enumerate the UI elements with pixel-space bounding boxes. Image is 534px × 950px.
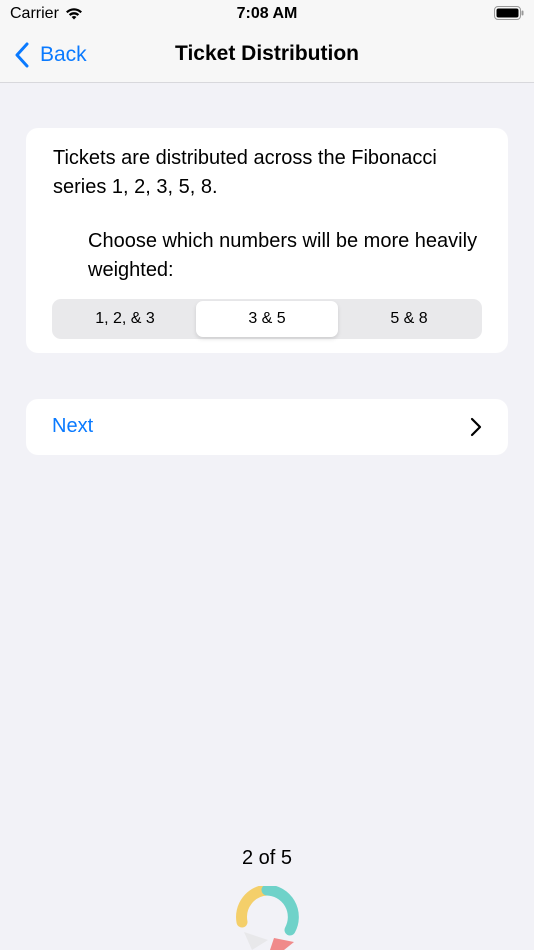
- segment-1-2-3[interactable]: 1, 2, & 3: [54, 301, 196, 337]
- page-indicator: 2 of 5: [241, 847, 293, 869]
- app-logo: [236, 886, 299, 950]
- weighting-prompt: Choose which numbers will be more heavil…: [88, 230, 478, 281]
- weighting-segmented-control: 1, 2, & 3 3 & 5 5 & 8: [52, 299, 482, 339]
- status-bar: Carrier 7:08 AM: [0, 0, 534, 30]
- clock-time: 7:08 AM: [236, 5, 298, 22]
- next-label: Next: [52, 415, 94, 437]
- battery-icon: [494, 6, 524, 20]
- segment-3-5[interactable]: 3 & 5: [196, 301, 338, 337]
- segment-5-8[interactable]: 5 & 8: [338, 301, 480, 337]
- navigation-bar: Back Ticket Distribution: [0, 30, 534, 83]
- page-title: Ticket Distribution: [175, 42, 359, 65]
- weighting-card: Tickets are distributed across the Fibon…: [26, 128, 508, 353]
- next-button[interactable]: Next: [26, 399, 508, 455]
- distribution-description: Tickets are distributed across the Fibon…: [53, 147, 437, 198]
- chevron-right-icon: [470, 417, 482, 437]
